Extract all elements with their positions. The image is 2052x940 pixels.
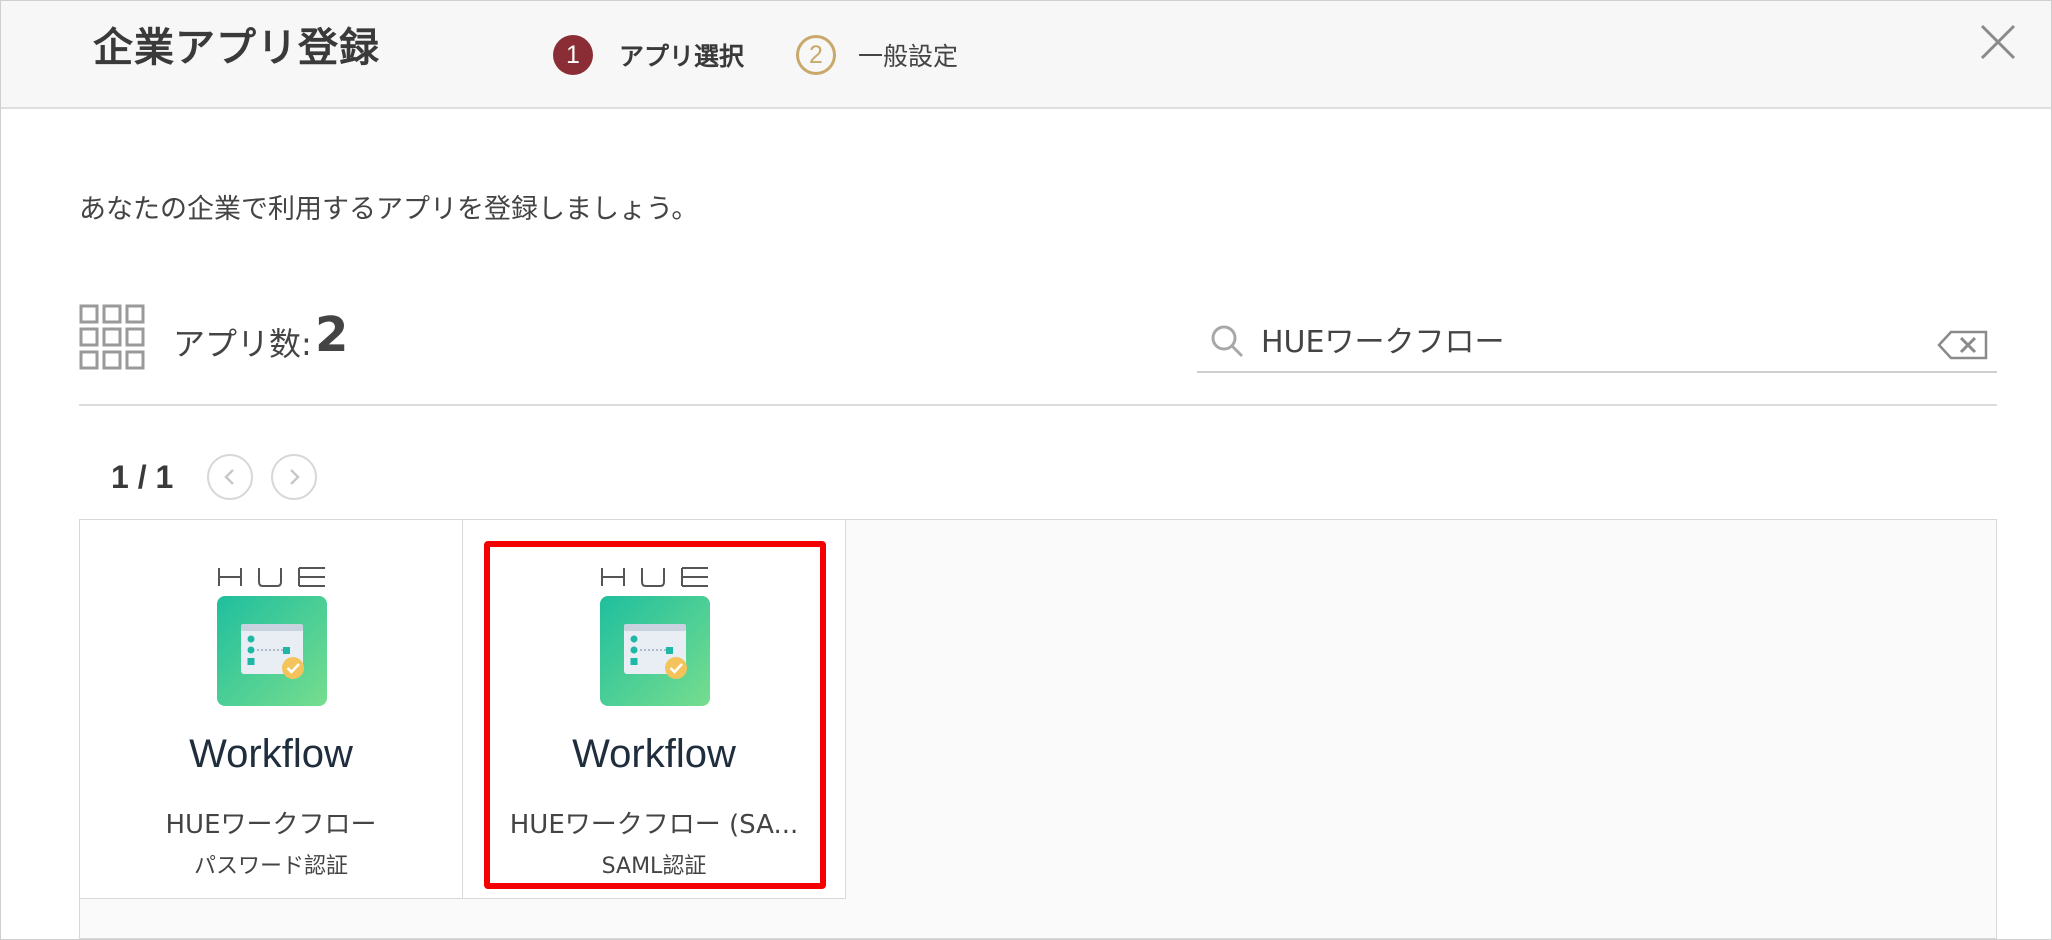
step-app-select: 1 アプリ選択: [553, 35, 744, 75]
hue-logo: [601, 567, 708, 587]
prev-page-button[interactable]: [207, 454, 253, 500]
workflow-wordmark: Workflow: [189, 732, 353, 776]
app-auth-type: パスワード認証: [193, 854, 348, 879]
workflow-app-icon: [600, 596, 710, 706]
search-box: [1197, 313, 1997, 373]
workflow-app-icon: [217, 596, 327, 706]
divider: [79, 404, 1997, 406]
app-count-value: 2: [315, 307, 349, 363]
close-icon[interactable]: [1979, 23, 2017, 61]
chevron-right-icon: [290, 469, 300, 485]
next-page-button[interactable]: [271, 454, 317, 500]
intro-text: あなたの企業で利用するアプリを登録しましょう。: [79, 194, 699, 225]
step-number-2: 2: [796, 35, 836, 75]
app-registration-dialog: 企業アプリ登録 1 アプリ選択 2 一般設定 あなたの企業で利用するアプリを登録…: [0, 0, 2052, 940]
app-count-label: アプリ数:: [173, 325, 312, 363]
search-icon: [1211, 325, 1244, 358]
step-number-1: 1: [553, 35, 593, 75]
dialog-header: 企業アプリ登録 1 アプリ選択 2 一般設定: [1, 1, 2051, 109]
chevron-left-icon: [224, 469, 234, 485]
app-card-hue-workflow-saml[interactable]: Workflow HUEワークフロー (SA... SAML認証: [462, 519, 846, 899]
app-card-hue-workflow[interactable]: Workflow HUEワークフロー パスワード認証: [79, 519, 463, 899]
grid-icon: [79, 304, 145, 370]
app-auth-type: SAML認証: [601, 854, 707, 879]
workflow-wordmark: Workflow: [572, 732, 736, 776]
step-label-general-settings: 一般設定: [858, 42, 959, 71]
step-general-settings: 2 一般設定: [796, 35, 958, 75]
page-indicator: 1 / 1: [111, 459, 174, 495]
backspace-icon[interactable]: [1937, 329, 1989, 361]
dialog-title: 企業アプリ登録: [93, 25, 380, 71]
hue-logo: [218, 567, 325, 587]
step-label-app-select: アプリ選択: [619, 42, 745, 71]
app-name: HUEワークフロー: [165, 810, 377, 840]
app-name: HUEワークフロー (SA...: [509, 810, 799, 840]
search-input[interactable]: [1261, 317, 1901, 361]
